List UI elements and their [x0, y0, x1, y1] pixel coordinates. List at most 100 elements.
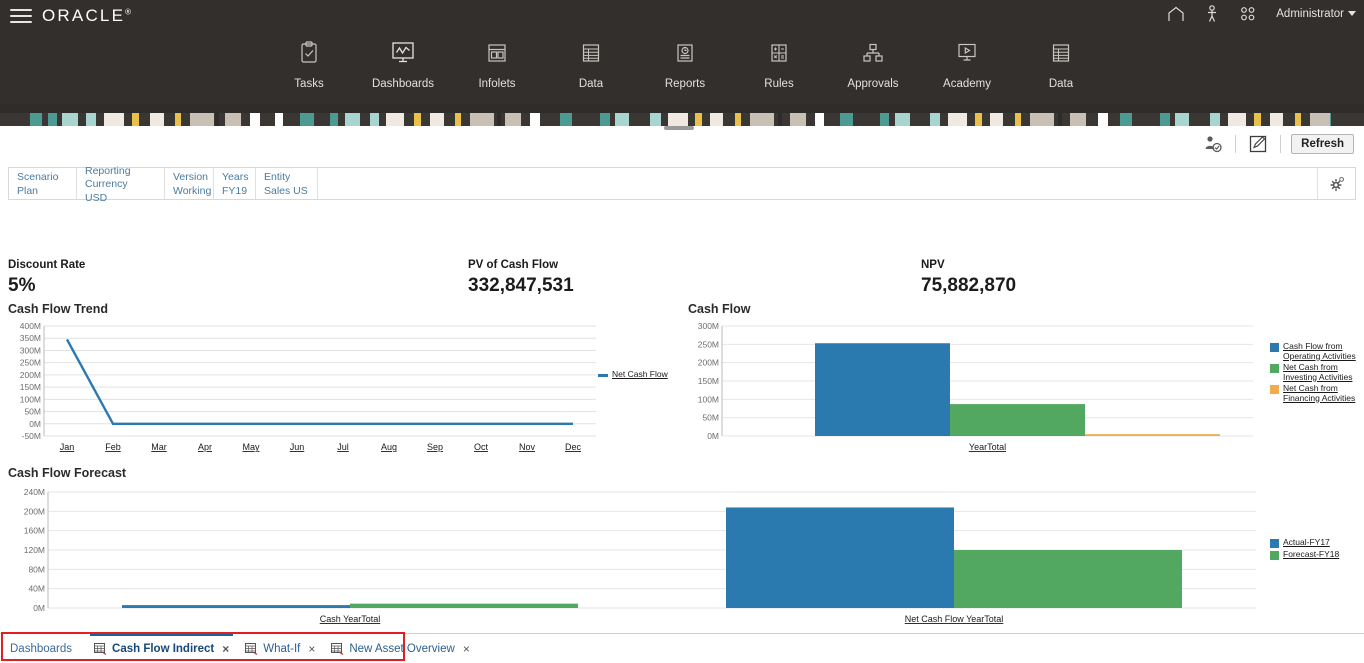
nav-label: Dashboards	[371, 78, 434, 90]
toolbar-divider	[1235, 135, 1237, 153]
edit-pencil-icon[interactable]	[1246, 132, 1270, 156]
legend-item[interactable]: Forecast-FY18	[1270, 549, 1364, 560]
monitor-play-icon	[955, 38, 979, 68]
user-settings-icon[interactable]	[1201, 132, 1225, 156]
legend-label: Actual-FY17	[1283, 537, 1330, 547]
kpi-pv-of-cash-flow: PV of Cash Flow 332,847,531	[468, 259, 574, 297]
svg-text:Mar: Mar	[151, 442, 167, 452]
bottom-tab-bar: Dashboards Cash Flow Indirect × What-If …	[0, 633, 1364, 663]
svg-text:YearTotal: YearTotal	[969, 442, 1006, 452]
pov-cell-entity[interactable]: Entity Sales US	[256, 168, 318, 199]
svg-text:100M: 100M	[698, 394, 719, 404]
svg-text:Dec: Dec	[565, 442, 582, 452]
svg-text:Jun: Jun	[290, 442, 305, 452]
svg-text:40M: 40M	[28, 584, 45, 594]
tab-close-icon[interactable]: ×	[308, 642, 315, 656]
pov-cell-years[interactable]: Years FY19	[214, 168, 256, 199]
legend-cash-flow-trend: Net Cash Flow	[598, 369, 688, 382]
svg-text:150M: 150M	[698, 376, 719, 386]
nav-label: Data	[578, 78, 604, 90]
toolbar-divider	[1280, 135, 1282, 153]
nav-item-infolets[interactable]: Infolets	[450, 38, 544, 90]
user-menu[interactable]: Administrator	[1276, 8, 1356, 20]
kpi-value: 332,847,531	[468, 275, 574, 296]
nav-item-approvals[interactable]: Approvals	[826, 38, 920, 90]
svg-text:160M: 160M	[24, 526, 45, 536]
nav-label: Rules	[764, 78, 794, 90]
tab-dashboards[interactable]: Dashboards	[0, 634, 86, 663]
tab-close-icon[interactable]: ×	[222, 642, 229, 656]
svg-text:240M: 240M	[24, 487, 45, 497]
chart-panel-cash-flow-trend: Cash Flow Trend 400M 350M 300M 250M 200M 150M…	[8, 302, 608, 457]
legend-swatch-operating	[1270, 343, 1279, 352]
nav-item-data[interactable]: Data	[544, 38, 638, 90]
dashboard-action-bar: Refresh	[0, 130, 1364, 160]
kpi-value: 75,882,870	[921, 275, 1017, 296]
pov-dimension-label: Entity	[264, 171, 291, 183]
nav-label: Academy	[943, 78, 991, 90]
chart-panel-cash-flow: Cash Flow 300M 250M 200M 150M 100M 50M 0M YearT…	[688, 302, 1263, 457]
nav-item-reports[interactable]: Reports	[638, 38, 732, 90]
nav-item-academy[interactable]: Academy	[920, 38, 1014, 90]
nav-label: Data	[1048, 78, 1074, 90]
pov-selector-bar: Scenario Plan Reporting Currency USD Ver…	[8, 164, 1356, 204]
pov-cell-scenario[interactable]: Scenario Plan	[9, 168, 77, 199]
svg-text:200M: 200M	[20, 370, 41, 380]
pov-cell-reporting-currency[interactable]: Reporting Currency USD	[77, 164, 165, 204]
hierarchy-icon	[861, 38, 885, 68]
hamburger-menu-icon[interactable]	[10, 5, 32, 23]
pov-dimension-label: Reporting Currency	[85, 164, 131, 190]
svg-text:Net Cash Flow YearTotal: Net Cash Flow YearTotal	[905, 614, 1004, 624]
legend-swatch-investing	[1270, 364, 1279, 373]
tab-new-asset-overview[interactable]: New Asset Overview ×	[323, 634, 477, 663]
tab-label: What-If	[263, 642, 301, 655]
main-navigation-cluster: Tasks Dashboards Infolets Data Reports R…	[262, 38, 1108, 90]
cash-flow-plot[interactable]: 300M 250M 200M 150M 100M 50M 0M YearTotal	[688, 318, 1263, 458]
refresh-button[interactable]: Refresh	[1291, 134, 1354, 154]
pov-member-value: Working	[173, 185, 212, 197]
nav-item-dashboards[interactable]: Dashboards	[356, 38, 450, 90]
legend-item[interactable]: Net Cash Flow	[598, 369, 688, 380]
nav-item-tasks[interactable]: Tasks	[262, 38, 356, 90]
infolet-panels-icon	[486, 38, 508, 68]
legend-swatch-financing	[1270, 385, 1279, 394]
legend-label: Forecast-FY18	[1283, 549, 1340, 559]
pov-member-value: Sales US	[264, 185, 308, 197]
svg-text:May: May	[242, 442, 260, 452]
svg-text:Cash YearTotal: Cash YearTotal	[320, 614, 381, 624]
svg-text:-50M: -50M	[22, 431, 41, 441]
nav-item-rules[interactable]: Rules	[732, 38, 826, 90]
svg-text:Feb: Feb	[105, 442, 121, 452]
legend-item[interactable]: Net Cash from Investing Activities	[1270, 362, 1364, 382]
chart-title: Cash Flow Forecast	[8, 466, 127, 480]
cash-flow-trend-plot[interactable]: 400M 350M 300M 250M 200M 150M 100M 50M 0M -50M Jan…	[8, 318, 608, 458]
tab-what-if[interactable]: What-If ×	[237, 634, 323, 663]
accessibility-icon[interactable]	[1202, 4, 1222, 24]
pov-member-value: Plan	[17, 185, 39, 197]
legend-label: Net Cash from Financing Activities	[1283, 383, 1356, 403]
chevron-down-icon	[1348, 11, 1356, 17]
settings-gear-icon[interactable]	[1317, 168, 1355, 199]
home-icon[interactable]	[1166, 4, 1186, 24]
nav-label: Reports	[664, 78, 706, 90]
apps-grid-icon[interactable]	[1238, 4, 1258, 24]
kpi-npv: NPV 75,882,870	[921, 259, 1016, 297]
pov-dimension-label: Years	[222, 171, 249, 183]
svg-text:100M: 100M	[20, 394, 41, 404]
chart-panel-cash-flow-forecast: Cash Flow Forecast 240M 200M 160M 120M 80M 40…	[8, 466, 1268, 631]
tab-cash-flow-indirect[interactable]: Cash Flow Indirect ×	[86, 633, 237, 663]
chart-title: Cash Flow	[688, 302, 751, 316]
legend-swatch-actual	[1270, 539, 1279, 548]
nav-label: Infolets	[478, 78, 516, 90]
tab-label: Dashboards	[10, 642, 73, 655]
tab-close-icon[interactable]: ×	[463, 642, 470, 656]
nav-item-data-2[interactable]: Data	[1014, 38, 1108, 90]
cash-flow-forecast-plot[interactable]: 240M 200M 160M 120M 80M 40M 0M Cash YearTotal Ne…	[8, 482, 1266, 632]
pov-cell-version[interactable]: Version Working	[165, 168, 214, 199]
legend-item[interactable]: Cash Flow from Operating Activities	[1270, 341, 1364, 361]
svg-text:150M: 150M	[20, 382, 41, 392]
svg-text:300M: 300M	[20, 345, 41, 355]
header-right-tools: Administrator	[1166, 2, 1356, 26]
legend-item[interactable]: Actual-FY17	[1270, 537, 1364, 548]
legend-item[interactable]: Net Cash from Financing Activities	[1270, 383, 1364, 403]
